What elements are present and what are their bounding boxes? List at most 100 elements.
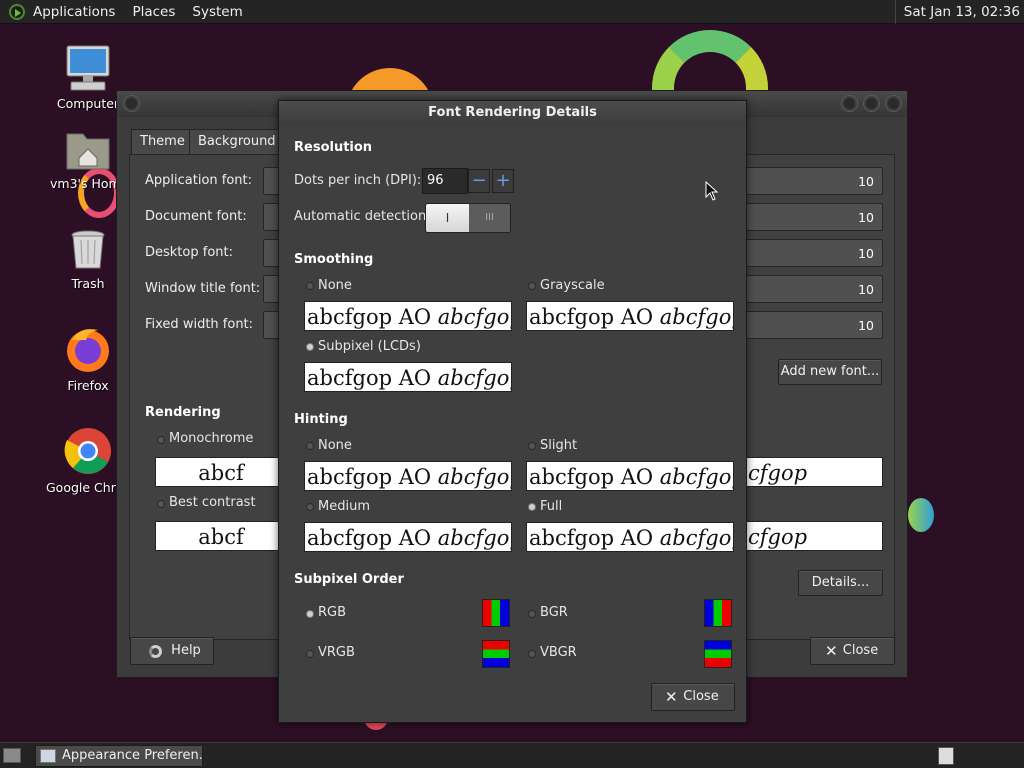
hinting-medium-radio[interactable] [306,503,314,511]
wallpaper-teal-dot [908,498,934,532]
tab-theme[interactable]: Theme [131,129,194,155]
window-title-font-label: Window title font: [145,281,261,296]
order-vbgr-label: VBGR [540,645,577,660]
resolution-heading: Resolution [294,140,373,155]
sample-roman-text: abcfgop AO [307,465,438,489]
close-window-icon[interactable] [885,95,902,112]
close-button[interactable]: ✕ Close [810,637,895,665]
hinting-full-sample[interactable]: abcfgop AO abcfgop [526,522,734,552]
sample-roman-text: abcfgop AO [529,465,660,489]
hinting-medium-sample[interactable]: abcfgop AO abcfgop [304,522,512,552]
details-button[interactable]: Details... [798,570,883,596]
font-size-value: 10 [858,174,874,189]
rendering-monochrome-radio[interactable] [157,436,165,444]
bottom-taskbar: Appearance Preferen... [0,742,1024,768]
rendering-monochrome-label: Monochrome [169,431,254,446]
order-vrgb-radio[interactable] [306,650,314,658]
automatic-detection-label: Automatic detection: [294,209,431,224]
taskbar-item-appearance[interactable]: Appearance Preferen... [35,745,203,767]
computer-icon [66,45,110,91]
dpi-label: Dots per inch (DPI): [294,173,422,188]
order-rgb-label: RGB [318,605,347,620]
sample-roman-text: abcfgop AO [529,305,660,329]
firefox-icon [67,329,109,372]
vbgr-order-icon [704,640,732,668]
top-panel: Applications Places System Sat Jan 13, 0… [0,0,1024,24]
hinting-full-label: Full [540,499,563,514]
order-rgb-radio[interactable] [306,610,314,618]
rendering-sample-right[interactable]: cfgop [745,457,883,487]
add-new-font-button[interactable]: Add new font... [778,359,882,385]
application-font-label: Application font: [145,173,253,188]
show-desktop-icon[interactable] [3,748,21,763]
font-rendering-details-dialog: Font Rendering Details Resolution Dots p… [278,100,747,723]
rendering-sample-left[interactable]: abcf [155,457,285,487]
maximize-icon[interactable] [863,95,880,112]
sample-italic-text: abcfgop [437,465,511,489]
dpi-decrease-button[interactable]: − [468,169,490,193]
minimize-icon[interactable] [841,95,858,112]
smoothing-grayscale-radio[interactable] [528,282,536,290]
menu-applications[interactable]: Applications [33,4,115,20]
smoothing-subpixel-radio[interactable] [306,343,314,351]
sample-roman-text: abcfgop AO [307,526,438,550]
hinting-slight-label: Slight [540,438,578,453]
subpixel-order-heading: Subpixel Order [294,572,404,587]
rendering-best-contrast-radio[interactable] [157,500,165,508]
smoothing-subpixel-label: Subpixel (LCDs) [318,339,421,354]
help-button[interactable]: Help [130,637,214,665]
automatic-detection-toggle[interactable]: I III [425,203,511,233]
hinting-slight-radio[interactable] [528,442,536,450]
smoothing-subpixel-sample[interactable]: abcfgop AO abcfgop [304,362,512,392]
help-icon [149,645,162,658]
desktop-icon-label: vm3's Home [50,176,126,191]
smoothing-none-radio[interactable] [306,282,314,290]
distro-logo-icon[interactable] [9,3,25,20]
order-vbgr-radio[interactable] [528,650,536,658]
workspace-switcher-icon[interactable] [938,747,954,765]
tab-background[interactable]: Background [189,129,285,155]
order-vrgb-label: VRGB [318,645,355,660]
dialog-title[interactable]: Font Rendering Details [279,101,746,125]
rgb-order-icon [482,599,510,627]
sample-italic-text: abcfgop [437,366,511,390]
dpi-input[interactable]: 96 [422,168,468,194]
rendering-sample-right[interactable]: cfgop [745,521,883,551]
sample-italic-text: abcfgop [659,305,733,329]
smoothing-heading: Smoothing [294,252,374,267]
smoothing-none-label: None [318,278,352,293]
dpi-increase-button[interactable]: + [492,169,514,193]
rendering-sample-right-text: cfgop [748,461,808,485]
close-icon: ✕ [825,642,838,660]
taskbar-item-label: Appearance Preferen... [62,748,203,763]
order-bgr-label: BGR [540,605,568,620]
fixed-width-font-label: Fixed width font: [145,317,254,332]
chrome-icon [64,428,111,474]
smoothing-grayscale-sample[interactable]: abcfgop AO abcfgop [526,301,734,331]
desktop-font-label: Desktop font: [145,245,233,260]
menu-system[interactable]: System [192,4,242,20]
close-button-label: Close [842,643,879,658]
dialog-close-button[interactable]: ✕ Close [651,683,735,711]
font-size-value: 10 [858,318,874,333]
order-bgr-radio[interactable] [528,610,536,618]
dialog-close-label: Close [683,689,719,704]
font-size-value: 10 [858,246,874,261]
sample-roman-text: abcfgop AO [529,526,660,550]
smoothing-none-sample[interactable]: abcfgop AO abcfgop [304,301,512,331]
window-menu-icon[interactable] [123,95,140,112]
hinting-full-radio[interactable] [528,503,536,511]
sample-italic-text: abcfgop [659,465,733,489]
rendering-sample-left[interactable]: abcf [155,521,285,551]
clock[interactable]: Sat Jan 13, 02:36 [894,0,1024,24]
bgr-order-icon [704,599,732,627]
hinting-none-radio[interactable] [306,442,314,450]
menu-places[interactable]: Places [132,4,175,20]
sample-italic-text: abcfgop [437,305,511,329]
hinting-none-sample[interactable]: abcfgop AO abcfgop [304,461,512,491]
rendering-best-contrast-label: Best contrast [169,495,256,510]
document-font-label: Document font: [145,209,247,224]
sample-roman-text: abcfgop AO [307,366,438,390]
rendering-sample-right-text: cfgop [748,525,808,549]
hinting-slight-sample[interactable]: abcfgop AO abcfgop [526,461,734,491]
